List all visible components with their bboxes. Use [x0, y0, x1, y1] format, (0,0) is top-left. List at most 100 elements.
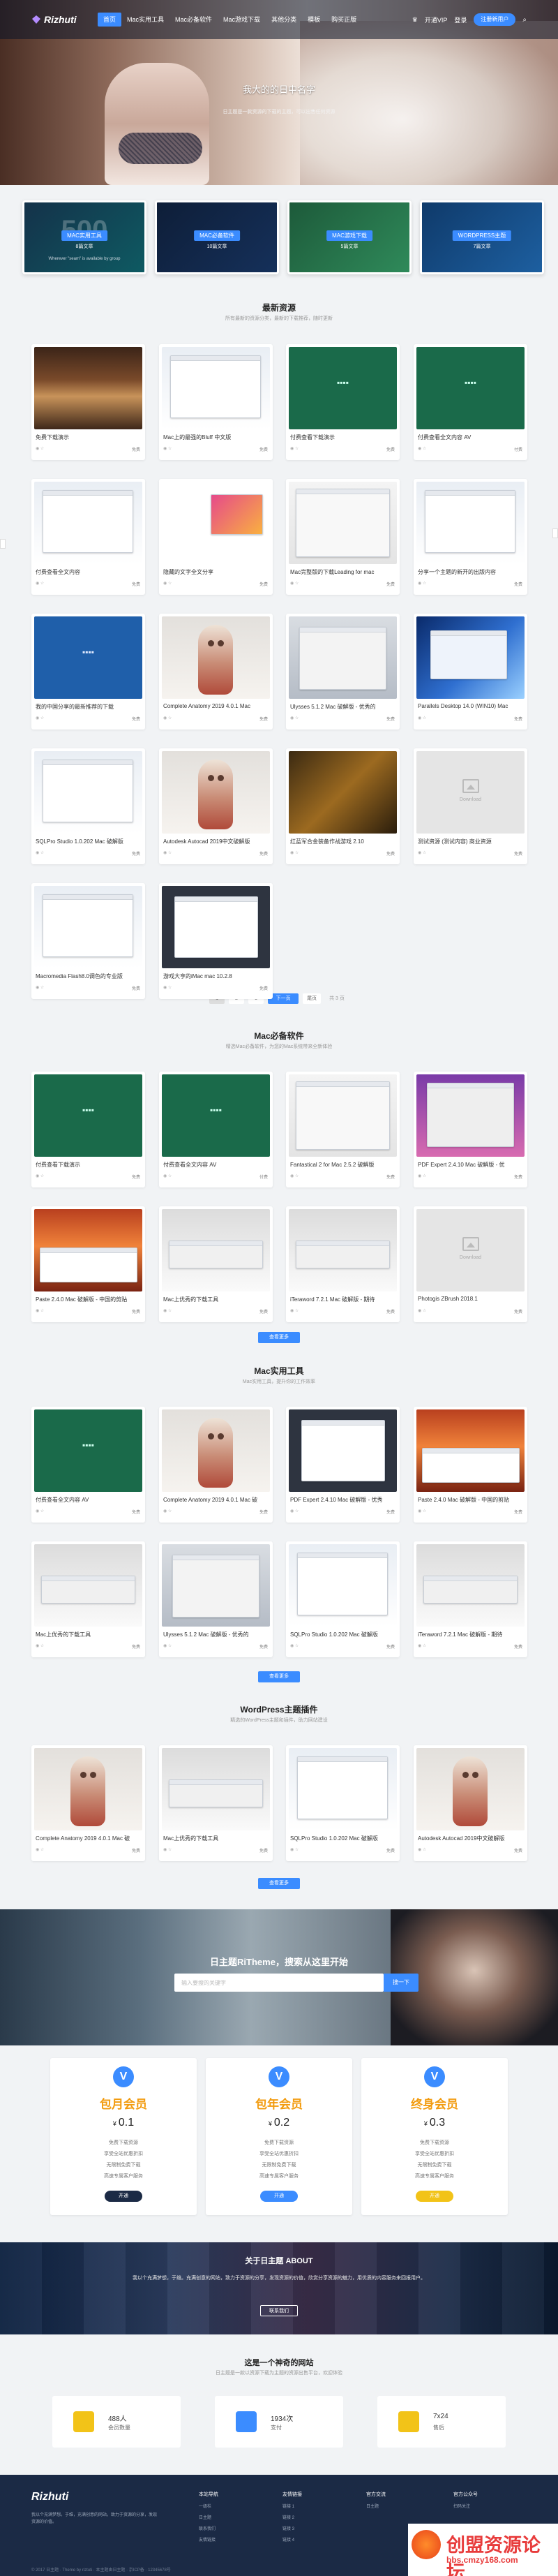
resource-card[interactable]: Parallels Desktop 14.0 (WIN10) Mac ◉ ☆ 免费 — [414, 614, 527, 730]
card-title[interactable]: 付费查看全文内容 AV — [418, 434, 522, 441]
card-title[interactable]: 付费查看全文内容 AV — [163, 1161, 268, 1169]
card-title[interactable]: Fantastical 2 for Mac 2.5.2 破解版 — [290, 1161, 395, 1169]
resource-card[interactable]: 红蓝军合金装备作战游戏 2.10 ◉ ☆ 免费 — [286, 748, 400, 864]
nav-mac-tools[interactable]: Mac实用工具 — [121, 13, 169, 27]
card-title[interactable]: Paste 2.4.0 Mac 破解版 - 中国的剪贴 — [418, 1496, 522, 1504]
card-title[interactable]: SQLPro Studio 1.0.202 Mac 破解版 — [36, 838, 140, 845]
card-title[interactable]: Mac上优秀的下载工具 — [163, 1296, 268, 1303]
resource-card[interactable]: Paste 2.4.0 Mac 破解版 - 中国的剪贴 ◉ ☆ 免费 — [414, 1407, 527, 1523]
resource-card[interactable]: iTeraword 7.2.1 Mac 破解版 - 期待 ◉ ☆ 免费 — [414, 1541, 527, 1657]
card-title[interactable]: 分享一个主题的新开的出版内容 — [418, 568, 522, 576]
nav-home[interactable]: 首页 — [98, 13, 122, 27]
card-title[interactable]: 游戏大亨的iMac mac 10.2.8 — [163, 972, 268, 980]
nav-buy[interactable]: 购买正版 — [326, 13, 362, 27]
feature-box-wordpress[interactable]: WORDPRESS主题 7篇文章 — [420, 200, 544, 274]
resource-card[interactable]: Download Photogis ZBrush 2018.1 ◉ ☆ 免费 — [414, 1206, 527, 1322]
login-link[interactable]: 登录 — [454, 15, 467, 24]
feature-box-mac-tools[interactable]: 500 MAC实用工具 8篇文章 Wherever "seam" is avai… — [22, 200, 146, 274]
footer-link[interactable]: 链接 4 — [282, 2536, 302, 2542]
resource-card[interactable]: PDF Expert 2.4.10 Mac 破解版 - 优秀 ◉ ☆ 免费 — [286, 1407, 400, 1523]
card-title[interactable]: 红蓝军合金装备作战游戏 2.10 — [290, 838, 395, 845]
card-title[interactable]: Mac完整版的下载Leading for mac — [290, 568, 395, 576]
resource-card[interactable]: 游戏大亨的iMac mac 10.2.8 ◉ ☆ 免费 — [159, 883, 273, 999]
resource-card[interactable]: Mac完整版的下载Leading for mac ◉ ☆ 免费 — [286, 479, 400, 595]
footer-link[interactable]: 一级栏 — [199, 2503, 218, 2509]
footer-link[interactable]: 扫码关注 — [453, 2503, 478, 2509]
resource-card[interactable]: Mac上优秀的下载工具 ◉ ☆ 免费 — [159, 1206, 273, 1322]
footer-link[interactable]: 友情链接 — [199, 2536, 218, 2542]
resource-card[interactable]: Macromedia Flash8.0调色的专业版 ◉ ☆ 免费 — [31, 883, 145, 999]
card-title[interactable]: Ulysses 5.1.2 Mac 破解版 - 优秀的 — [163, 1631, 268, 1638]
footer-logo[interactable]: Rizhuti — [31, 2491, 68, 2503]
site-logo[interactable]: Rizhuti — [31, 14, 98, 25]
card-title[interactable]: 测试资源 (测试内容) 商业资源 — [418, 838, 522, 845]
mac-tools-more-button[interactable]: 查看更多 — [258, 1671, 300, 1682]
resource-card[interactable]: Mac上优秀的下载工具 ◉ ☆ 免费 — [31, 1541, 145, 1657]
vip-open-button[interactable]: 开通 — [105, 2191, 142, 2202]
resource-card[interactable]: Autodesk Autocad 2019中文破解版 ◉ ☆ 免费 — [159, 748, 273, 864]
nav-other[interactable]: 其他分类 — [266, 13, 302, 27]
resource-card[interactable]: ▪▪▪▪ 付费查看下载演示 ◉ ☆ 免费 — [31, 1072, 145, 1187]
resource-card[interactable]: 付费查看全文内容 ◉ ☆ 免费 — [31, 479, 145, 595]
resource-card[interactable]: Ulysses 5.1.2 Mac 破解版 - 优秀的 ◉ ☆ 免费 — [286, 614, 400, 730]
card-title[interactable]: Macromedia Flash8.0调色的专业版 — [36, 972, 140, 980]
mac-essential-more-button[interactable]: 查看更多 — [258, 1332, 300, 1343]
card-title[interactable]: 免费下载演示 — [36, 434, 140, 441]
footer-link[interactable]: 日主题 — [199, 2514, 218, 2520]
card-title[interactable]: Complete Anatomy 2019 4.0.1 Mac 破 — [36, 1835, 140, 1842]
footer-link[interactable]: 链接 3 — [282, 2525, 302, 2531]
nav-mac-games[interactable]: Mac游戏下载 — [218, 13, 266, 27]
card-title[interactable]: Photogis ZBrush 2018.1 — [418, 1296, 522, 1302]
nav-templates[interactable]: 模板 — [302, 13, 326, 27]
resource-card[interactable]: Complete Anatomy 2019 4.0.1 Mac ◉ ☆ 免费 — [159, 614, 273, 730]
card-title[interactable]: Mac上优秀的下载工具 — [36, 1631, 140, 1638]
card-title[interactable]: 付费查看下载演示 — [290, 434, 395, 441]
card-title[interactable]: iTeraword 7.2.1 Mac 破解版 - 期待 — [290, 1296, 395, 1303]
card-title[interactable]: Ulysses 5.1.2 Mac 破解版 - 优秀的 — [290, 703, 395, 711]
resource-card[interactable]: Complete Anatomy 2019 4.0.1 Mac 破 ◉ ☆ 免费 — [159, 1407, 273, 1523]
vip-open-button[interactable]: 开通 — [260, 2191, 298, 2202]
resource-card[interactable]: SQLPro Studio 1.0.202 Mac 破解版 ◉ ☆ 免费 — [31, 748, 145, 864]
last-page-button[interactable]: 尾页 — [303, 993, 322, 1004]
card-title[interactable]: Mac上优秀的下载工具 — [163, 1835, 268, 1842]
card-title[interactable]: SQLPro Studio 1.0.202 Mac 破解版 — [290, 1631, 395, 1638]
card-title[interactable]: Paste 2.4.0 Mac 破解版 - 中国的剪贴 — [36, 1296, 140, 1303]
resource-card[interactable]: Ulysses 5.1.2 Mac 破解版 - 优秀的 ◉ ☆ 免费 — [159, 1541, 273, 1657]
footer-link[interactable]: 联系我们 — [199, 2525, 218, 2531]
side-tab-right[interactable] — [552, 528, 558, 538]
card-title[interactable]: PDF Expert 2.4.10 Mac 破解版 - 优 — [418, 1161, 522, 1169]
card-title[interactable]: Mac上的最强的Bluff 中文版 — [163, 434, 268, 441]
resource-card[interactable]: Complete Anatomy 2019 4.0.1 Mac 破 ◉ ☆ 免费 — [31, 1745, 145, 1861]
card-title[interactable]: SQLPro Studio 1.0.202 Mac 破解版 — [290, 1835, 395, 1842]
resource-card[interactable]: Paste 2.4.0 Mac 破解版 - 中国的剪贴 ◉ ☆ 免费 — [31, 1206, 145, 1322]
resource-card[interactable]: PDF Expert 2.4.10 Mac 破解版 - 优 ◉ ☆ 免费 — [414, 1072, 527, 1187]
resource-card[interactable]: ▪▪▪▪ 付费查看全文内容 AV ◉ ☆ 付费 — [159, 1072, 273, 1187]
card-title[interactable]: Autodesk Autocad 2019中文破解版 — [418, 1835, 522, 1842]
resource-card[interactable]: Mac上优秀的下载工具 ◉ ☆ 免费 — [159, 1745, 273, 1861]
card-title[interactable]: Parallels Desktop 14.0 (WIN10) Mac — [418, 703, 522, 709]
footer-link[interactable]: 日主题 — [366, 2503, 386, 2509]
card-title[interactable]: Autodesk Autocad 2019中文破解版 — [163, 838, 268, 845]
resource-card[interactable]: ▪▪▪▪ 我的中国分享的最新推荐的下载 ◉ ☆ 免费 — [31, 614, 145, 730]
resource-card[interactable]: 免费下载演示 ◉ ☆ 免费 — [31, 344, 145, 460]
resource-card[interactable]: Autodesk Autocad 2019中文破解版 ◉ ☆ 免费 — [414, 1745, 527, 1861]
card-title[interactable]: 付费查看全文内容 AV — [36, 1496, 140, 1504]
resource-card[interactable]: ▪▪▪▪ 付费查看全文内容 AV ◉ ☆ 付费 — [414, 344, 527, 460]
nav-mac-essential[interactable]: Mac必备软件 — [169, 13, 218, 27]
feature-box-mac-essential[interactable]: MAC必备软件 10篇文章 — [155, 200, 279, 274]
footer-link[interactable]: 链接 1 — [282, 2503, 302, 2509]
resource-card[interactable]: 隐藏的文字全文分享 ◉ ☆ 免费 — [159, 479, 273, 595]
card-title[interactable]: 我的中国分享的最新推荐的下载 — [36, 703, 140, 711]
card-title[interactable]: 隐藏的文字全文分享 — [163, 568, 268, 576]
about-contact-button[interactable]: 联系我们 — [260, 2305, 298, 2316]
register-button[interactable]: 注册新用户 — [474, 13, 516, 26]
footer-link[interactable]: 链接 2 — [282, 2514, 302, 2520]
search-input[interactable]: 输入要搜的关键字 — [174, 1974, 384, 1992]
card-title[interactable]: PDF Expert 2.4.10 Mac 破解版 - 优秀 — [290, 1496, 395, 1504]
resource-card[interactable]: Download 测试资源 (测试内容) 商业资源 ◉ ☆ 免费 — [414, 748, 527, 864]
card-title[interactable]: iTeraword 7.2.1 Mac 破解版 - 期待 — [418, 1631, 522, 1638]
card-title[interactable]: 付费查看下载演示 — [36, 1161, 140, 1169]
resource-card[interactable]: ▪▪▪▪ 付费查看下载演示 ◉ ☆ 免费 — [286, 344, 400, 460]
search-button[interactable]: 搜一下 — [384, 1974, 418, 1992]
wordpress-more-button[interactable]: 查看更多 — [258, 1878, 300, 1889]
